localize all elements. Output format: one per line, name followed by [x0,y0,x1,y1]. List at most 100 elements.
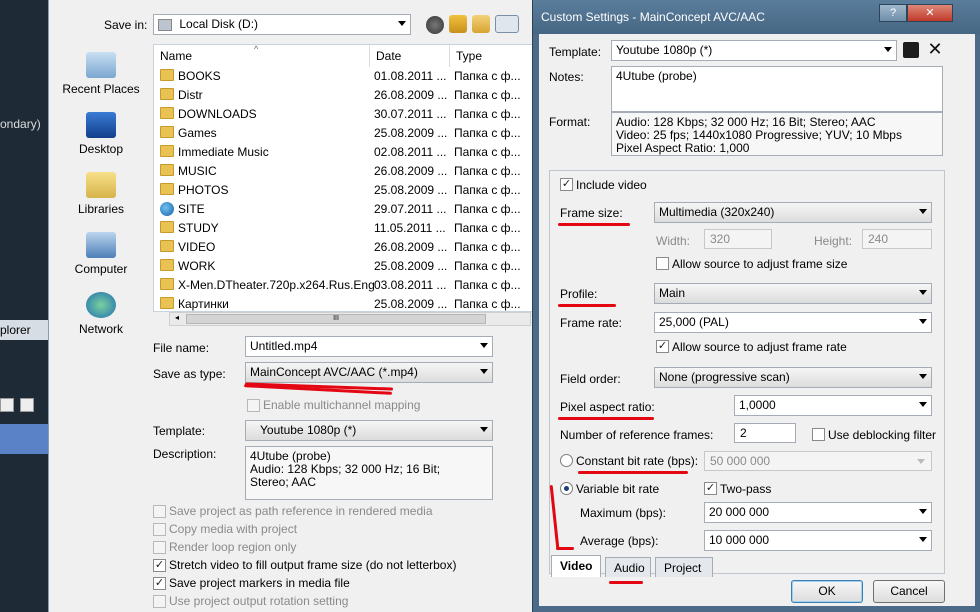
annotation-underline [578,471,688,474]
file-row[interactable]: Games 25.08.2009 ... Папка с ф... [154,124,532,143]
file-row[interactable]: VIDEO 26.08.2009 ... Папка с ф... [154,238,532,257]
places-desktop[interactable]: Desktop [49,112,153,156]
chevron-down-icon [398,21,406,26]
file-row[interactable]: DOWNLOADS 30.07.2011 ... Папка с ф... [154,105,532,124]
option-checkbox[interactable] [153,595,166,608]
background-window: ondary) plorer [0,0,48,612]
delete-template-icon[interactable]: ✕ [926,40,944,58]
column-header-type[interactable]: Type [450,45,532,67]
horizontal-scrollbar[interactable]: ◂ III [169,312,531,326]
back-icon[interactable] [426,16,444,34]
file-type: Папка с ф... [454,221,521,235]
places-network[interactable]: Network [49,292,153,336]
option-checkbox[interactable] [153,505,166,518]
two-pass-checkbox[interactable]: ✓ [704,482,717,495]
cs-template-label: Template: [549,45,602,59]
option-checkbox[interactable]: ✓ [153,559,166,572]
tab-audio[interactable]: Audio [605,557,651,577]
new-folder-icon[interactable] [472,15,490,33]
maximum-bps-label: Maximum (bps): [580,506,667,520]
file-row[interactable]: STUDY 11.05.2011 ... Папка с ф... [154,219,532,238]
profile-dropdown[interactable]: Main [654,283,932,304]
places-label: Desktop [78,142,124,156]
file-row[interactable]: PHOTOS 25.08.2009 ... Папка с ф... [154,181,532,200]
chevron-down-icon [480,427,488,432]
save-as-type-dropdown[interactable]: MainConcept AVC/AAC (*.mp4) [245,362,493,383]
field-order-dropdown[interactable]: None (progressive scan) [654,367,932,388]
width-input[interactable]: 320 [704,229,772,249]
places-recent[interactable]: Recent Places [49,52,153,96]
tab-project[interactable]: Project [655,557,713,577]
view-menu-icon[interactable] [495,15,519,33]
allow-frame-rate-checkbox[interactable]: ✓ [656,340,669,353]
save-template-icon[interactable] [903,42,919,58]
height-input[interactable]: 240 [862,229,932,249]
option-checkbox[interactable]: ✓ [153,577,166,590]
file-row[interactable]: MUSIC 26.08.2009 ... Папка с ф... [154,162,532,181]
template-label: Template: [153,424,206,438]
save-in-dropdown[interactable]: Local Disk (D:) [153,14,411,35]
option-checkbox[interactable] [153,541,166,554]
allow-frame-size-checkbox[interactable] [656,257,669,270]
file-name: DOWNLOADS [178,107,257,121]
multichannel-checkbox[interactable] [247,399,260,412]
file-row[interactable]: BOOKS 01.08.2011 ... Папка с ф... [154,67,532,86]
close-button[interactable]: ✕ [907,4,953,22]
column-header-name[interactable]: Name ^ [154,45,370,67]
places-label: Computer [74,262,128,276]
maximum-bps-dropdown[interactable]: 20 000 000 [704,502,932,523]
variable-bit-rate-label: Variable bit rate [576,482,660,496]
variable-bit-rate-radio[interactable] [560,482,573,495]
format-label: Format: [549,115,591,129]
file-date: 30.07.2011 ... [374,107,447,121]
save-as-dialog: Save in: Local Disk (D:) Recent Places D… [48,0,533,612]
background-text: plorer [0,323,31,337]
template-dropdown[interactable]: Youtube 1080p (*) [245,420,493,441]
places-label: Recent Places [62,82,140,96]
option-checkbox[interactable] [153,523,166,536]
notes-label: Notes: [549,70,584,84]
file-row[interactable]: SITE 29.07.2011 ... Папка с ф... [154,200,532,219]
file-list[interactable]: Name ^ Date Type BOOKS 01.08.2011 ... Папка… [153,44,533,312]
height-label: Height: [814,234,853,248]
maximum-bps-value: 20 000 000 [709,505,770,519]
deblocking-checkbox[interactable] [812,428,825,441]
file-row[interactable]: Картинки 25.08.2009 ... Папка с ф... [154,295,532,311]
ok-button[interactable]: OK [791,580,863,603]
reference-frames-label: Number of reference frames: [560,428,714,442]
help-button[interactable]: ? [879,4,907,22]
file-row[interactable]: X-Men.DTheater.720p.x264.Rus.Eng 03.08.20… [154,276,532,295]
save-as-type-label: Save as type: [153,367,226,381]
cancel-button[interactable]: Cancel [873,580,945,603]
constant-bit-rate-input[interactable]: 50 000 000 [704,451,932,471]
places-libraries[interactable]: Libraries [49,172,153,216]
field-order-value: None (progressive scan) [659,370,790,384]
scroll-thumb[interactable]: III [186,314,486,324]
frame-size-dropdown[interactable]: Multimedia (320x240) [654,202,932,223]
file-name-input[interactable]: Untitled.mp4 [245,336,493,357]
column-header-date[interactable]: Date [370,45,450,67]
places-computer[interactable]: Computer [49,232,153,276]
option-label: Save project markers in media file [169,576,350,590]
dialog-body: Template: Youtube 1080p (*) ✕ Notes: 4Ut… [539,34,975,606]
pixel-aspect-ratio-dropdown[interactable]: 1,0000 [734,395,932,416]
reference-frames-input[interactable]: 2 [734,423,796,443]
include-video-checkbox[interactable]: ✓ [560,178,573,191]
folder-icon [160,164,174,176]
libraries-icon [86,172,116,198]
file-row[interactable]: Immediate Music 02.08.2011 ... Папка с ф..… [154,143,532,162]
places-label: Libraries [77,202,125,216]
frame-rate-dropdown[interactable]: 25,000 (PAL) [654,312,932,333]
tab-video[interactable]: Video [551,555,601,577]
file-row[interactable]: WORK 25.08.2009 ... Папка с ф... [154,257,532,276]
option-label: Use project output rotation setting [169,594,349,608]
option-label: Copy media with project [169,522,298,536]
up-folder-icon[interactable] [449,15,467,33]
constant-bit-rate-radio[interactable] [560,454,573,467]
scroll-left-icon[interactable]: ◂ [170,313,184,325]
average-bps-dropdown[interactable]: 10 000 000 [704,530,932,551]
notes-textarea[interactable]: 4Utube (probe) [611,66,943,112]
file-date: 26.08.2009 ... [374,240,448,254]
file-row[interactable]: Distr 26.08.2009 ... Папка с ф... [154,86,532,105]
cs-template-dropdown[interactable]: Youtube 1080p (*) [611,40,897,61]
